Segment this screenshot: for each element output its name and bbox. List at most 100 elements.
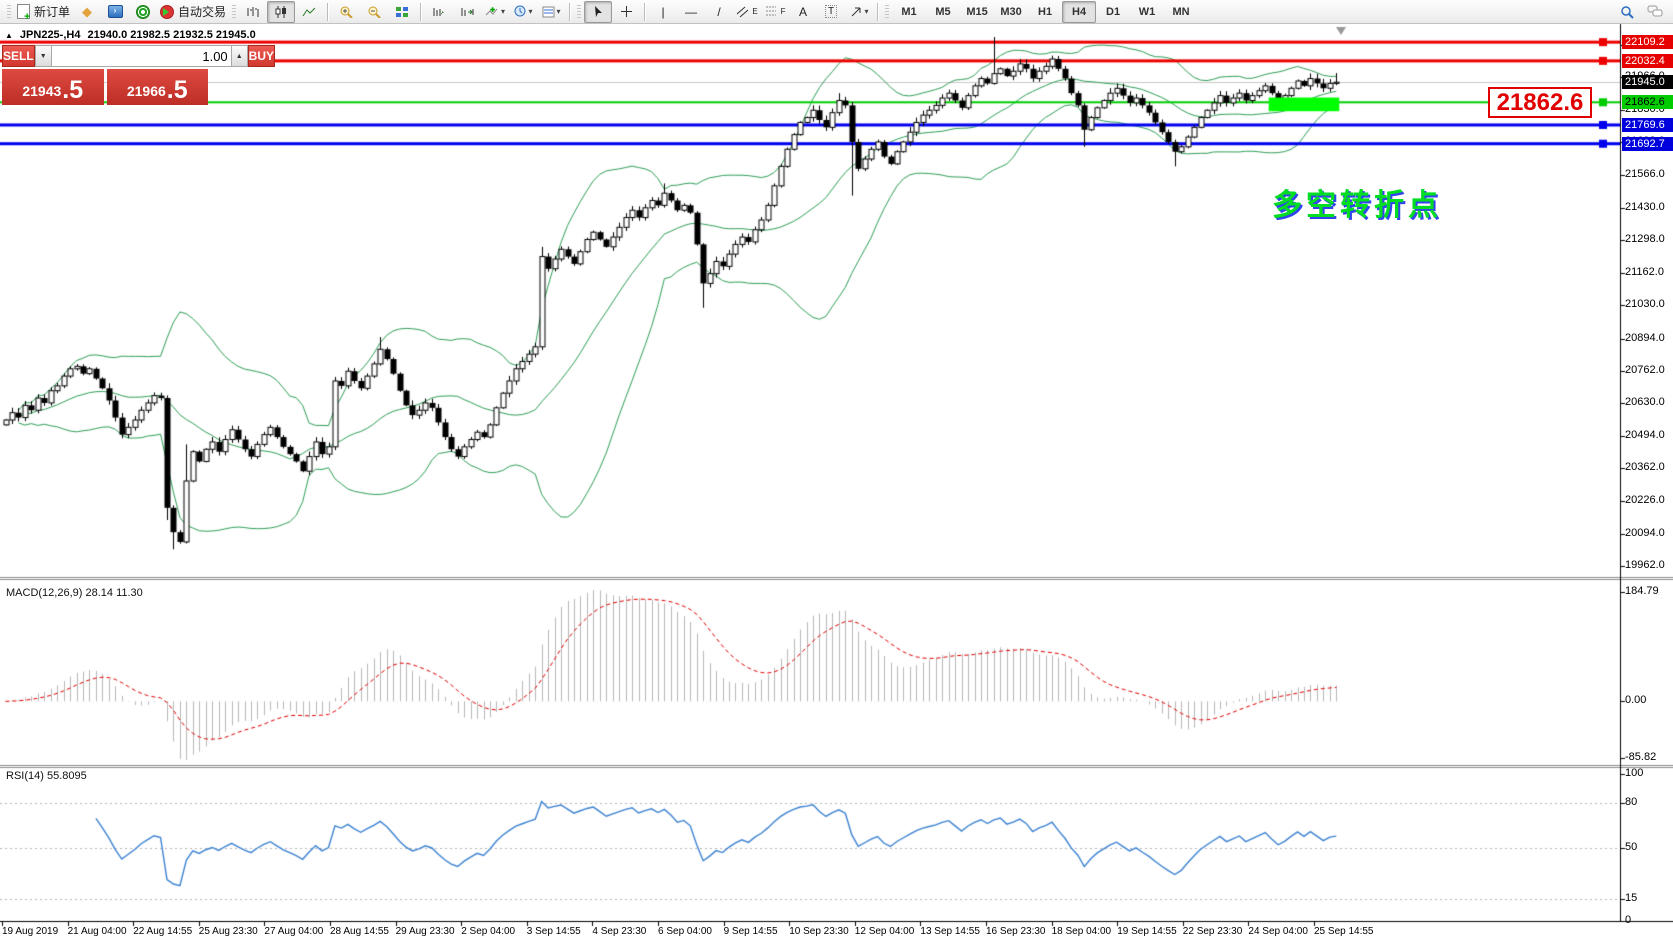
axis-label: 20094.0 xyxy=(1625,526,1665,539)
line-chart-icon xyxy=(302,7,316,16)
signals-button[interactable] xyxy=(129,1,157,23)
volume-decrease-button[interactable]: ▼ xyxy=(34,45,52,67)
search-icon xyxy=(1621,5,1634,19)
timeframe-m1[interactable]: M1 xyxy=(892,1,926,23)
time-axis-label: 29 Aug 23:30 xyxy=(395,926,455,937)
timeframe-m30[interactable]: M30 xyxy=(994,1,1028,23)
chat-icon xyxy=(1647,5,1663,17)
auto-scroll-button[interactable] xyxy=(425,1,453,23)
toolbar-separator xyxy=(569,2,571,21)
time-axis-label: 6 Sep 04:00 xyxy=(658,926,712,937)
axis-label: 184.79 xyxy=(1625,585,1659,597)
axis-label: 19962.0 xyxy=(1625,558,1665,571)
buy-button[interactable]: BUY xyxy=(247,45,276,67)
sell-button[interactable]: SELL xyxy=(2,45,35,67)
tile-windows-button[interactable] xyxy=(388,1,416,23)
text-button[interactable]: A xyxy=(789,1,817,23)
time-axis-label: 13 Sep 14:55 xyxy=(920,926,980,937)
candlestick-chart-icon xyxy=(275,5,287,18)
volume-increase-button[interactable]: ▲ xyxy=(230,45,248,67)
collapse-panel-toggle[interactable]: ▲ xyxy=(5,31,13,40)
zoom-out-icon xyxy=(368,6,381,18)
turning-point-note: 多空转折点 xyxy=(1272,189,1442,222)
templates-button[interactable]: ▾ xyxy=(537,1,565,23)
sell-price-display[interactable]: 21943 .5 xyxy=(2,69,104,105)
timeframe-mn[interactable]: MN xyxy=(1164,1,1198,23)
cursor-button[interactable] xyxy=(584,0,613,23)
timeframe-h4[interactable]: H4 xyxy=(1062,0,1097,23)
new-order-label: 新订单 xyxy=(34,5,71,19)
time-axis-label: 25 Aug 23:30 xyxy=(198,926,258,937)
dropdown-caret-icon: ▾ xyxy=(864,7,869,16)
axis-label: 0.00 xyxy=(1625,694,1647,707)
channel-icon xyxy=(737,6,749,18)
text-label-button[interactable]: T xyxy=(817,1,845,23)
timeframe-m15[interactable]: M15 xyxy=(960,1,994,23)
time-axis-label: 25 Sep 14:55 xyxy=(1314,926,1374,937)
indicators-icon xyxy=(485,6,498,15)
axis-label: -85.82 xyxy=(1625,751,1657,763)
mt4-terminal: { "toolbar": { "new_order_label": "新订单",… xyxy=(0,0,1673,947)
horizontal-line-button[interactable]: — xyxy=(677,1,705,23)
timeframe-label: D1 xyxy=(1106,5,1121,18)
zoom-in-button[interactable] xyxy=(332,1,360,23)
dropdown-caret-icon: ▾ xyxy=(556,7,561,16)
chart-canvas[interactable] xyxy=(0,0,1673,947)
zoom-out-button[interactable] xyxy=(360,1,388,23)
price-axis[interactable]: 22098.021966.021830.021698.021566.021430… xyxy=(1621,24,1673,926)
line-chart-button[interactable] xyxy=(295,1,323,23)
new-order-icon: + xyxy=(17,4,30,23)
arrows-button[interactable]: ▾ xyxy=(845,1,873,23)
axis-label: 100 xyxy=(1625,767,1644,779)
time-axis-label: 12 Sep 04:00 xyxy=(854,926,915,937)
vertical-line-button[interactable]: | xyxy=(649,1,677,23)
buy-price-display[interactable]: 21966 .5 xyxy=(106,69,208,105)
autotrading-button[interactable]: 自动交易 xyxy=(157,1,229,23)
rsi-title: RSI(14) xyxy=(6,770,44,782)
deposit-button[interactable]: ◆ xyxy=(73,1,101,23)
bar-chart-button[interactable] xyxy=(239,1,267,23)
crosshair-button[interactable] xyxy=(612,1,640,23)
fibonacci-button[interactable]: F xyxy=(761,1,789,23)
timeframe-label: H1 xyxy=(1038,5,1053,18)
fibonacci-icon xyxy=(765,6,776,16)
text-icon: A xyxy=(799,4,808,19)
cursor-icon xyxy=(594,6,602,17)
toolbar-grip xyxy=(7,4,11,19)
axis-label: 0 xyxy=(1625,914,1632,926)
channel-button[interactable]: E xyxy=(733,1,761,23)
volume-control: ▼ ▲ xyxy=(34,45,248,67)
time-axis-label: 24 Sep 04:00 xyxy=(1248,926,1308,937)
periods-button[interactable]: ▾ xyxy=(509,1,537,23)
axis-label: 20362.0 xyxy=(1625,461,1665,474)
symbol-title: JPN225-,H4 xyxy=(19,29,81,41)
time-axis-label: 19 Sep 14:55 xyxy=(1117,926,1177,937)
autotrading-icon xyxy=(160,4,175,19)
timeframe-d1[interactable]: D1 xyxy=(1096,1,1130,23)
terminal-button[interactable]: › xyxy=(101,1,129,23)
time-axis-label: 27 Aug 04:00 xyxy=(264,926,324,937)
price-badge: 22032.4 xyxy=(1622,53,1673,68)
tile-windows-icon xyxy=(396,6,409,17)
chart-shift-icon xyxy=(461,7,474,16)
channel-letter: E xyxy=(752,7,758,16)
time-axis[interactable]: 19 Aug 2019 21 Aug 04:00 22 Aug 14:55 25 Au… xyxy=(0,923,1620,947)
macd-panel-label: MACD(12,26,9) 28.14 11.30 xyxy=(6,587,143,599)
search-button[interactable] xyxy=(1613,1,1641,23)
candlestick-chart-button[interactable] xyxy=(267,0,296,23)
price-annotation-box: 21862.6 xyxy=(1488,87,1592,118)
chart-shift-button[interactable] xyxy=(453,1,481,23)
rsi-panel-label: RSI(14) 55.8095 xyxy=(6,770,87,782)
indicators-button[interactable]: ▾ xyxy=(481,1,509,23)
gold-icon: ◆ xyxy=(82,3,93,19)
chat-button[interactable] xyxy=(1641,1,1669,23)
trendline-button[interactable]: / xyxy=(705,1,733,23)
new-order-button[interactable]: + 新订单 xyxy=(14,1,73,23)
timeframe-m5[interactable]: M5 xyxy=(926,1,960,23)
timeframe-h1[interactable]: H1 xyxy=(1028,1,1062,23)
timeframe-label: M30 xyxy=(1000,5,1022,18)
time-axis-label: 22 Aug 14:55 xyxy=(133,926,193,937)
time-axis-label: 21 Aug 04:00 xyxy=(67,926,127,937)
timeframe-w1[interactable]: W1 xyxy=(1130,1,1164,23)
volume-input[interactable] xyxy=(51,45,231,67)
